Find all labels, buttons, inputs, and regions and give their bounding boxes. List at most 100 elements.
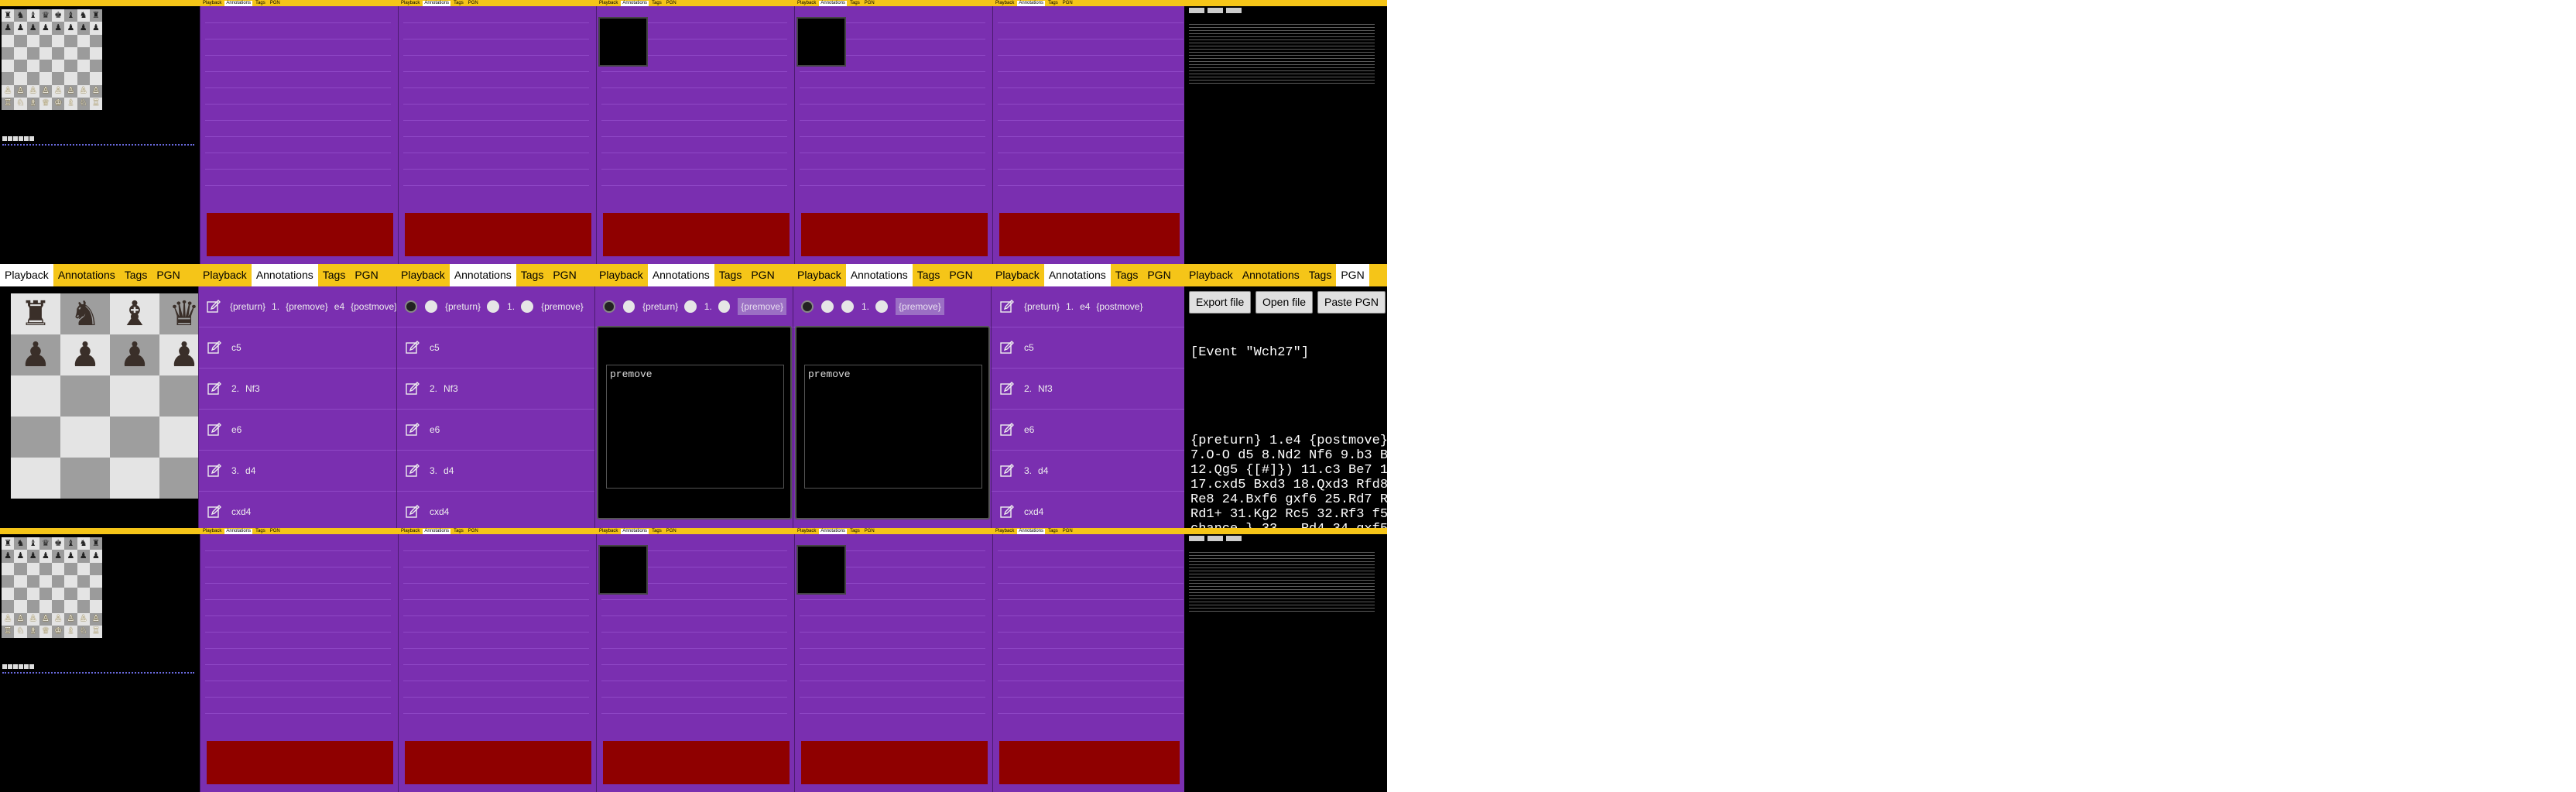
chess-piece-icon[interactable]: ♟	[67, 551, 74, 561]
board-square[interactable]: ♛	[39, 9, 52, 22]
board-square[interactable]: ♝	[26, 537, 39, 550]
tab-annotations[interactable]: Annotations	[647, 264, 714, 286]
chess-piece-icon[interactable]: ♘	[16, 99, 24, 108]
chess-piece-icon[interactable]: ♝	[67, 539, 74, 548]
move-token[interactable]: c5	[231, 342, 242, 353]
chess-piece-icon[interactable]: ♛	[42, 11, 50, 20]
board-square[interactable]: ♙	[2, 84, 15, 98]
board-square[interactable]: ♘	[14, 625, 27, 638]
edit-icon[interactable]	[999, 422, 1015, 437]
chess-piece-icon[interactable]: ♖	[92, 99, 100, 108]
board-square[interactable]: ♟	[110, 334, 159, 375]
nav-button[interactable]	[29, 136, 34, 141]
board-square[interactable]	[52, 588, 65, 601]
chess-piece-icon[interactable]: ♞	[16, 11, 24, 20]
tab-tags[interactable]: Tags	[119, 264, 152, 286]
nav-button[interactable]	[8, 136, 12, 141]
chess-piece-icon[interactable]: ♞	[16, 539, 24, 548]
chess-piece-icon[interactable]: ♗	[67, 627, 74, 636]
tab-annotations[interactable]: Annotations	[1237, 264, 1304, 286]
board-square[interactable]: ♗	[64, 97, 77, 110]
chess-piece-icon[interactable]: ♙	[80, 87, 87, 95]
move-token[interactable]: {premove}	[286, 301, 328, 312]
board-square[interactable]: ♗	[64, 625, 77, 638]
mini-tab[interactable]: Tags	[1046, 0, 1060, 6]
mini-pgn-button[interactable]	[1208, 536, 1223, 541]
board-square[interactable]: ♔	[52, 625, 65, 638]
tab-annotations[interactable]: Annotations	[449, 264, 516, 286]
board-square[interactable]	[2, 562, 15, 575]
tab-annotations[interactable]: Annotations	[1043, 264, 1111, 286]
board-square[interactable]	[39, 588, 52, 601]
annotation-row[interactable]: cxd4	[992, 492, 1184, 528]
move-token[interactable]: cxd4	[231, 506, 251, 517]
annotation-row[interactable]: e6	[397, 410, 594, 451]
board-square[interactable]: ♖	[2, 97, 15, 110]
mini-tab[interactable]: Tags	[848, 0, 862, 6]
board-square[interactable]	[2, 72, 15, 85]
chess-piece-icon[interactable]: ♚	[54, 11, 62, 20]
nav-button[interactable]	[8, 664, 12, 669]
chess-piece-icon[interactable]: ♙	[80, 615, 87, 623]
chess-piece-icon[interactable]: ♗	[29, 99, 37, 108]
board-square[interactable]	[89, 34, 102, 47]
edit-icon[interactable]	[405, 463, 420, 478]
board-square[interactable]: ♕	[39, 625, 52, 638]
board-square[interactable]	[64, 60, 77, 73]
board-square[interactable]: ♙	[64, 84, 77, 98]
chess-piece-icon[interactable]: ♟	[42, 551, 50, 561]
mini-tab[interactable]: PGN	[466, 528, 480, 534]
board-square[interactable]: ♝	[110, 293, 159, 334]
mini-tab[interactable]: PGN	[664, 528, 678, 534]
board-square[interactable]	[77, 46, 90, 60]
annotation-row[interactable]: 3. d4	[199, 451, 396, 492]
mini-pgn-button[interactable]	[1226, 8, 1242, 13]
board-square[interactable]	[77, 588, 90, 601]
board-square[interactable]	[52, 72, 65, 85]
tab-pgn[interactable]: PGN	[1142, 264, 1176, 286]
board-square[interactable]: ♘	[14, 97, 27, 110]
board-square[interactable]: ♙	[77, 84, 90, 98]
mini-tab[interactable]: Annotations	[224, 0, 253, 6]
move-token[interactable]: d4	[444, 465, 454, 476]
chess-piece-icon[interactable]: ♜	[20, 297, 50, 331]
chess-piece-icon[interactable]: ♟	[70, 338, 100, 372]
mini-tab[interactable]: Annotations	[1017, 0, 1046, 6]
mini-tab[interactable]: Annotations	[621, 0, 649, 6]
board-grid[interactable]: ♜ ♞ ♝ ♛ ♟ ♟ ♟ ♟	[11, 293, 198, 499]
mini-tab[interactable]: Playback	[399, 0, 422, 6]
chess-piece-icon[interactable]: ♙	[67, 87, 74, 95]
board-square[interactable]	[39, 72, 52, 85]
board-square[interactable]	[89, 46, 102, 60]
board-square[interactable]	[52, 34, 65, 47]
tab-annotations[interactable]: Annotations	[845, 264, 913, 286]
mini-tab[interactable]: PGN	[1060, 0, 1074, 6]
board-square[interactable]	[39, 562, 52, 575]
board-square[interactable]: ♟	[14, 22, 27, 35]
chess-piece-icon[interactable]: ♜	[92, 11, 100, 20]
board-square[interactable]: ♞	[77, 537, 90, 550]
board-square[interactable]: ♞	[77, 9, 90, 22]
move-token[interactable]: {preturn}	[230, 301, 265, 312]
mini-tab[interactable]: Playback	[994, 0, 1016, 6]
mini-tab[interactable]: Annotations	[1017, 528, 1046, 534]
move-token[interactable]: d4	[1038, 465, 1048, 476]
board-square[interactable]: ♞	[14, 9, 27, 22]
tab-pgn[interactable]: PGN	[152, 264, 185, 286]
mini-tab[interactable]: PGN	[1060, 528, 1074, 534]
board-square[interactable]: ♟	[89, 22, 102, 35]
board-square[interactable]	[2, 34, 15, 47]
board-square[interactable]: ♗	[26, 625, 39, 638]
mini-tab[interactable]: Tags	[254, 0, 267, 6]
radio-button[interactable]	[821, 300, 834, 313]
mini-nav-buttons[interactable]	[2, 664, 34, 669]
mini-tab[interactable]: PGN	[268, 0, 282, 6]
radio-button[interactable]	[521, 300, 534, 313]
edit-icon[interactable]	[405, 381, 420, 396]
chess-piece-icon[interactable]: ♚	[54, 539, 62, 548]
board-square[interactable]: ♟	[52, 550, 65, 563]
annotation-row[interactable]: c5	[397, 327, 594, 369]
board-square[interactable]	[89, 600, 102, 613]
chess-piece-icon[interactable]: ♙	[92, 87, 100, 95]
annotation-row[interactable]: 1. {premove}	[793, 286, 991, 327]
